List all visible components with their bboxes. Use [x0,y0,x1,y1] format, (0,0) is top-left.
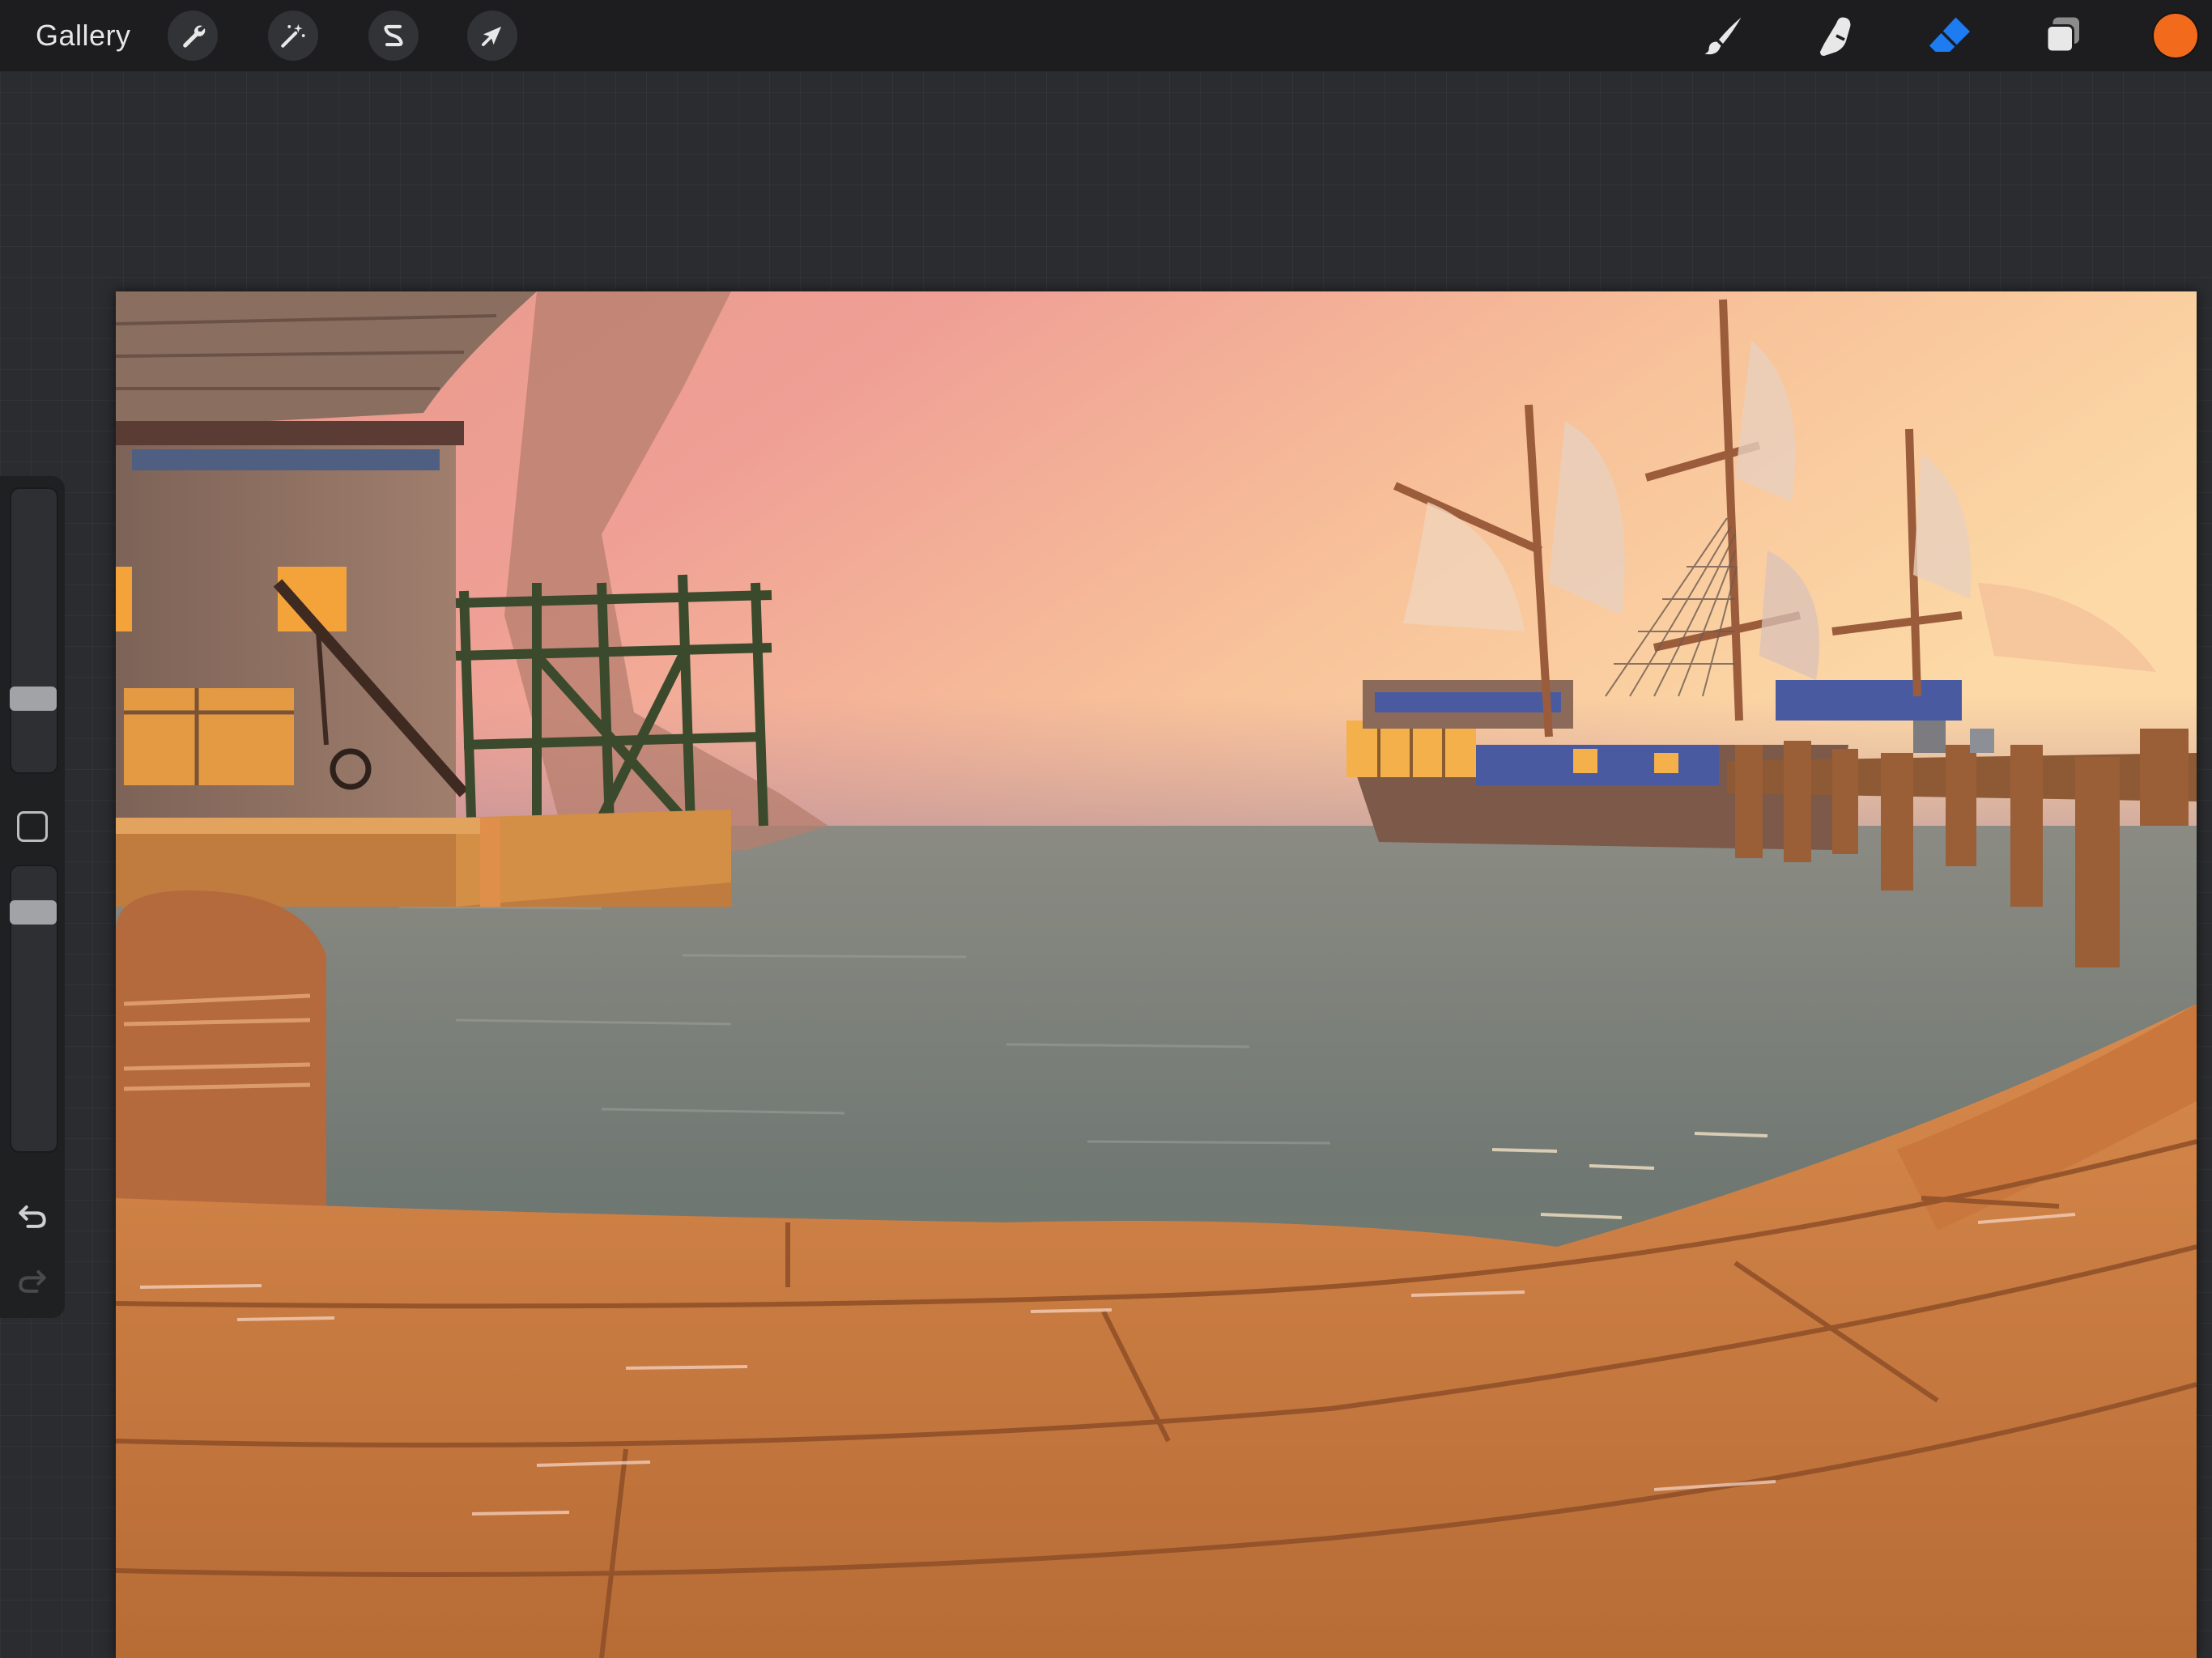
eraser-icon [1929,17,1970,52]
layers-icon [2045,17,2079,53]
top-toolbar: Gallery [0,0,2212,71]
magic-wand-icon [281,23,305,48]
adjustments-button[interactable] [268,11,318,61]
undo-button[interactable] [15,1198,50,1234]
smudge-finger-icon [1820,17,1851,56]
wrench-icon [183,25,206,48]
layers-button[interactable] [2035,8,2091,63]
selection-button[interactable] [368,11,419,61]
arrow-cursor-icon [482,26,502,46]
drawing-canvas[interactable] [116,291,2197,1658]
gallery-button[interactable]: Gallery [36,18,131,53]
redo-button[interactable] [15,1263,50,1299]
actions-button[interactable] [168,11,218,61]
brush-size-slider[interactable] [10,487,58,774]
eraser-button[interactable] [1922,8,1977,63]
modify-square-button[interactable] [17,811,48,842]
left-sidebar [0,476,65,1318]
color-picker-swatch[interactable] [2154,14,2197,57]
harbor-painting [116,291,2197,1658]
opacity-slider-thumb[interactable] [10,900,57,925]
redo-icon [19,1269,46,1293]
brush-size-slider-thumb[interactable] [10,687,57,711]
undo-icon [19,1205,46,1228]
transform-button[interactable] [467,11,517,61]
smudge-button[interactable] [1809,8,1864,63]
selection-s-icon [384,24,403,47]
paint-brush-button[interactable] [1695,8,1750,63]
brush-icon [1704,17,1742,55]
procreate-app: Gallery [0,0,2212,1658]
